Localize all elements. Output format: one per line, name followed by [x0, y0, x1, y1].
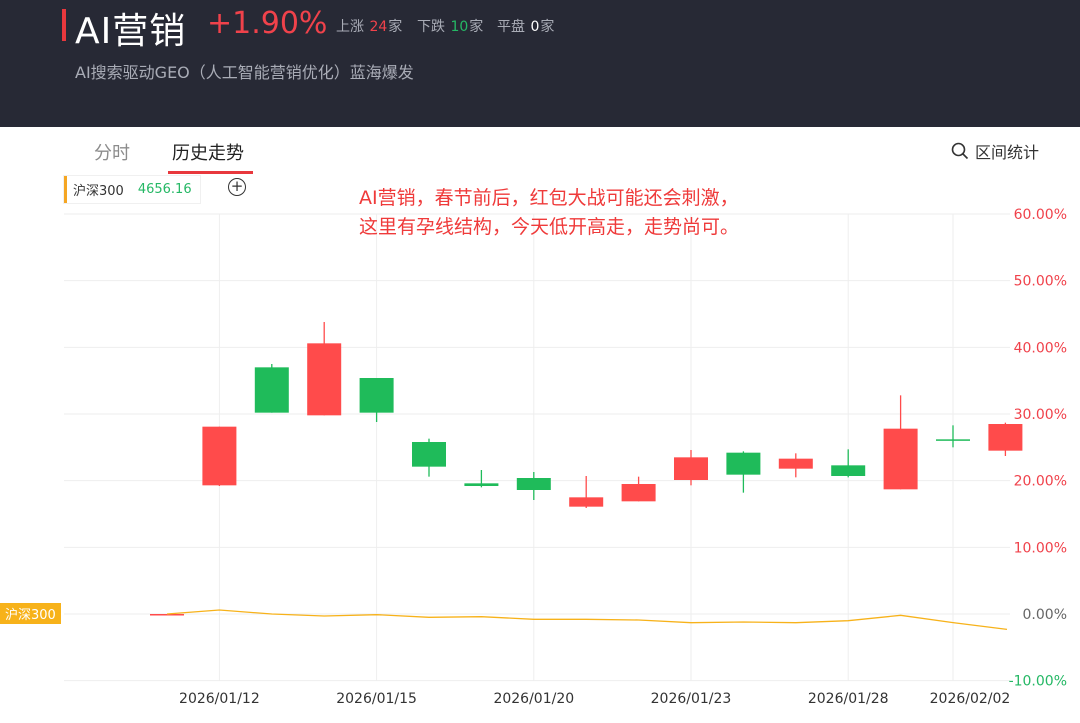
- search-icon: [951, 142, 969, 160]
- tab-history[interactable]: 历史走势: [172, 139, 244, 165]
- index-series-flag: 沪深300: [0, 603, 61, 624]
- change-percent: +1.90%: [207, 6, 328, 41]
- legend-index-value: 4656.16: [137, 182, 192, 197]
- candle-body: [883, 428, 918, 490]
- down-count: 10: [450, 19, 469, 35]
- y-tick-label: 20.00%: [1014, 474, 1067, 490]
- down-unit: 家: [469, 19, 484, 35]
- up-unit: 家: [388, 19, 403, 35]
- index-legend[interactable]: 沪深300 4656.16: [64, 176, 200, 203]
- sector-title: AI营销: [75, 11, 187, 52]
- y-tick-label: 40.00%: [1014, 340, 1067, 356]
- y-tick-label: 50.00%: [1014, 274, 1067, 290]
- flat-count: 0: [530, 19, 540, 35]
- y-tick-label: 0.00%: [1023, 607, 1067, 623]
- add-compare-button[interactable]: +: [228, 178, 246, 196]
- active-tab-indicator: [168, 171, 253, 174]
- y-tick-label: 30.00%: [1014, 407, 1067, 423]
- legend-index-name: 沪深300: [73, 184, 124, 199]
- candle-body: [674, 457, 708, 480]
- x-tick-label: 2026/01/12: [179, 691, 260, 707]
- flat-unit: 家: [540, 19, 555, 35]
- candle-body: [569, 497, 604, 507]
- y-tick-label: 60.00%: [1014, 207, 1067, 223]
- candle-body: [621, 484, 656, 502]
- y-tick-label: -10.00%: [1009, 674, 1067, 690]
- candle-body: [254, 367, 289, 413]
- candle-body: [307, 343, 342, 416]
- candle-body: [464, 483, 499, 486]
- range-stats-label: 区间统计: [975, 143, 1040, 162]
- annotation-text: AI营销，春节前后，红包大战可能还会刺激， 这里有孕线结构，今天低开高走，走势尚…: [359, 187, 740, 238]
- candle-body: [516, 478, 551, 490]
- up-count: 24: [369, 19, 388, 35]
- candle-body: [936, 439, 970, 441]
- candle-body: [150, 614, 184, 616]
- flat-label: 平盘: [497, 19, 525, 35]
- kline-chart[interactable]: 60.00% 50.00% 40.00% 30.00% 20.00% 10.00% 0.00…: [0, 175, 1080, 723]
- candle-body: [726, 452, 761, 475]
- x-tick-label: 2026/01/28: [808, 691, 889, 707]
- sector-subtitle: AI搜索驱动GEO（人工智能营销优化）蓝海爆发: [75, 63, 414, 82]
- title-accent-bar: [62, 9, 66, 41]
- x-tick-label: 2026/02/02: [930, 691, 1011, 707]
- down-count-stat: 下跌 10家: [417, 16, 483, 36]
- index-line: [166, 609, 1008, 630]
- down-label: 下跌: [417, 19, 445, 35]
- candle-body: [412, 442, 446, 467]
- up-count-stat: 上涨 24家: [336, 16, 402, 36]
- candle-body: [359, 378, 394, 413]
- tab-bar: 分时 历史走势 区间统计: [0, 127, 1080, 175]
- header: AI营销 +1.90% 上涨 24家 下跌 10家 平盘 0家 AI搜索驱动GE…: [0, 0, 1080, 127]
- x-tick-label: 2026/01/15: [336, 691, 417, 707]
- x-tick-label: 2026/01/23: [651, 691, 732, 707]
- tab-intraday[interactable]: 分时: [94, 139, 130, 165]
- candle-body: [988, 424, 1023, 451]
- y-tick-label: 10.00%: [1014, 540, 1067, 556]
- x-tick-label: 2026/01/20: [493, 691, 574, 707]
- candle-body: [778, 458, 813, 469]
- up-label: 上涨: [336, 19, 364, 35]
- range-stats-button[interactable]: 区间统计: [951, 139, 1039, 163]
- candle-body: [202, 426, 237, 486]
- candle-body: [831, 465, 866, 476]
- flat-count-stat: 平盘 0家: [497, 16, 554, 36]
